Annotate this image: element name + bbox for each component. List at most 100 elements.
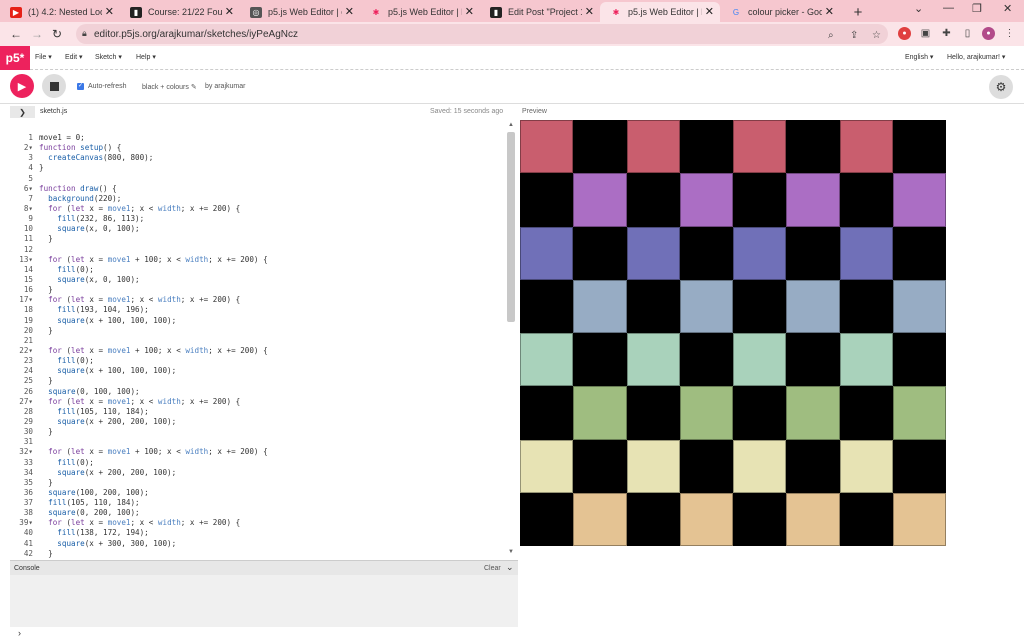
tab-close-icon[interactable]: ✕ [225,5,234,18]
code-line[interactable]: function draw() { [39,184,499,194]
code-line[interactable]: } [39,427,499,437]
line-number: 15 [23,274,33,284]
file-name[interactable]: sketch.js [40,108,67,115]
menu-help[interactable]: Help ▾ [136,53,156,61]
code-line[interactable]: fill(0); [39,356,499,366]
sketch-name[interactable]: black + colours ✎ [142,83,197,91]
extensions-icon[interactable]: ✚ [940,27,953,40]
minimize-icon[interactable]: — [943,2,954,14]
play-button[interactable]: ▶ [10,74,34,98]
code-line[interactable]: } [39,376,499,386]
adblock-icon[interactable]: ● [898,27,911,40]
code-line[interactable]: fill(0); [39,458,499,468]
code-line[interactable]: move1 = 0; [39,133,499,143]
browser-tab[interactable]: ▶ (1) 4.2: Nested Loops✕ [0,2,120,22]
code-line[interactable]: square(x + 300, 300, 100); [39,539,499,549]
code-editor[interactable]: 1 2▾ 3 4 5 6▾ 7 8▾ 9 10 11 12 13▾ 14 15 16 1… [10,120,518,560]
code-line[interactable]: } [39,285,499,295]
code-line[interactable]: square(x + 200, 200, 100); [39,468,499,478]
tab-close-icon[interactable]: ✕ [345,5,354,18]
window-close-icon[interactable]: ✕ [1003,2,1012,15]
browser-tab[interactable]: ◎ p5.js Web Editor | game✕ [240,2,360,22]
address-bar[interactable]: 🔒︎ editor.p5js.org/arajkumar/sketches/iy… [76,24,888,44]
code-area[interactable]: move1 = 0; function setup() { createCanva… [39,133,499,559]
console-input[interactable]: › [10,627,518,640]
profile-avatar[interactable]: ● [982,27,995,40]
language-menu[interactable]: English ▾ [905,53,933,61]
forward-icon[interactable]: → [31,27,43,41]
new-tab-icon[interactable]: + [846,2,870,22]
restore-icon[interactable]: ❐ [972,2,982,15]
tab-close-icon[interactable]: ✕ [585,5,594,18]
tab-close-icon[interactable]: ✕ [105,5,114,18]
code-line[interactable]: square(x + 100, 100, 100); [39,316,499,326]
tab-close-icon[interactable]: ✕ [465,5,474,18]
browser-tab[interactable]: ✱ p5.js Web Editor | b + c✕ [360,2,480,22]
editor-scroll-thumb[interactable] [507,132,515,322]
reload-icon[interactable]: ↻ [52,27,62,41]
kebab-menu-icon[interactable]: ⋮ [1003,27,1016,40]
chevron-down-icon[interactable]: ⌄ [506,562,514,573]
side-panel-icon[interactable]: ▯ [961,27,974,40]
code-line[interactable]: } [39,326,499,336]
code-line[interactable] [39,437,499,447]
code-line[interactable] [39,245,499,255]
code-line[interactable]: for (let x = move1 + 100; x < width; x +… [39,346,499,356]
tab-search-icon[interactable]: ⌄ [914,2,923,15]
code-line[interactable]: for (let x = move1; x < width; x += 200)… [39,204,499,214]
stop-button[interactable] [42,74,66,98]
user-menu[interactable]: Hello, arajkumar! ▾ [947,53,1005,61]
code-line[interactable]: } [39,163,499,173]
sidebar-toggle-button[interactable]: ❯ [10,106,35,118]
browser-tab[interactable]: Gcolour picker - Google✕ [720,2,840,22]
code-line[interactable]: } [39,234,499,244]
menu-edit[interactable]: Edit ▾ [65,53,83,61]
code-line[interactable]: square(x, 0, 100); [39,224,499,234]
auto-refresh-checkbox[interactable]: ✓ [77,83,84,90]
code-line[interactable]: for (let x = move1; x < width; x += 200)… [39,397,499,407]
screenshot-ext-icon[interactable]: ▣ [919,27,932,40]
code-line[interactable]: for (let x = move1 + 100; x < width; x +… [39,255,499,265]
share-icon[interactable]: ⇪ [850,30,858,41]
code-line[interactable]: } [39,549,499,559]
code-line[interactable]: fill(105, 110, 184); [39,498,499,508]
code-line[interactable]: fill(232, 86, 113); [39,214,499,224]
code-line[interactable]: square(x, 0, 100); [39,275,499,285]
code-line[interactable] [39,336,499,346]
code-line[interactable]: square(0, 100, 100); [39,387,499,397]
code-line[interactable]: square(100, 200, 100); [39,488,499,498]
code-line[interactable]: } [39,478,499,488]
p5-logo[interactable]: p5* [0,46,30,70]
code-line[interactable]: square(0, 200, 100); [39,508,499,518]
settings-button[interactable]: ⚙ [989,75,1013,99]
back-icon[interactable]: ← [10,27,22,41]
code-line[interactable]: fill(105, 110, 184); [39,407,499,417]
scroll-down-icon[interactable]: ▼ [508,549,514,555]
code-line[interactable]: fill(193, 104, 196); [39,305,499,315]
code-line[interactable]: background(220); [39,194,499,204]
browser-tab[interactable]: ▮ Edit Post "Project 1 [P✕ [480,2,600,22]
url-text[interactable]: editor.p5js.org/arajkumar/sketches/iyPeA… [94,29,298,40]
code-line[interactable]: for (let x = move1; x < width; x += 200)… [39,295,499,305]
code-line[interactable]: for (let x = move1 + 100; x < width; x +… [39,447,499,457]
code-line[interactable]: for (let x = move1; x < width; x += 200)… [39,518,499,528]
tab-close-icon[interactable]: ✕ [705,5,714,18]
code-line[interactable]: fill(0); [39,265,499,275]
zoom-icon[interactable]: ⌕ [828,30,834,41]
preview-canvas[interactable] [520,120,946,546]
code-line[interactable]: fill(138, 172, 194); [39,528,499,538]
bookmark-star-icon[interactable]: ☆ [872,30,881,41]
tab-close-icon[interactable]: ✕ [825,5,834,18]
scroll-up-icon[interactable]: ▲ [508,122,514,128]
menu-sketch[interactable]: Sketch ▾ [95,53,122,61]
code-line[interactable] [39,174,499,184]
console-clear-button[interactable]: Clear [484,565,501,572]
menu-file[interactable]: File ▾ [35,53,52,61]
p5-nav-bar: p5* File ▾ Edit ▾ Sketch ▾ Help ▾ Englis… [0,46,1024,70]
code-line[interactable]: square(x + 200, 200, 100); [39,417,499,427]
code-line[interactable]: function setup() { [39,143,499,153]
browser-tab[interactable]: ▮ Course: 21/22 Foundation✕ [120,2,240,22]
code-line[interactable]: square(x + 100, 100, 100); [39,366,499,376]
code-line[interactable]: createCanvas(800, 800); [39,153,499,163]
browser-tab[interactable]: ✱ p5.js Web Editor | black✕ [600,2,720,22]
